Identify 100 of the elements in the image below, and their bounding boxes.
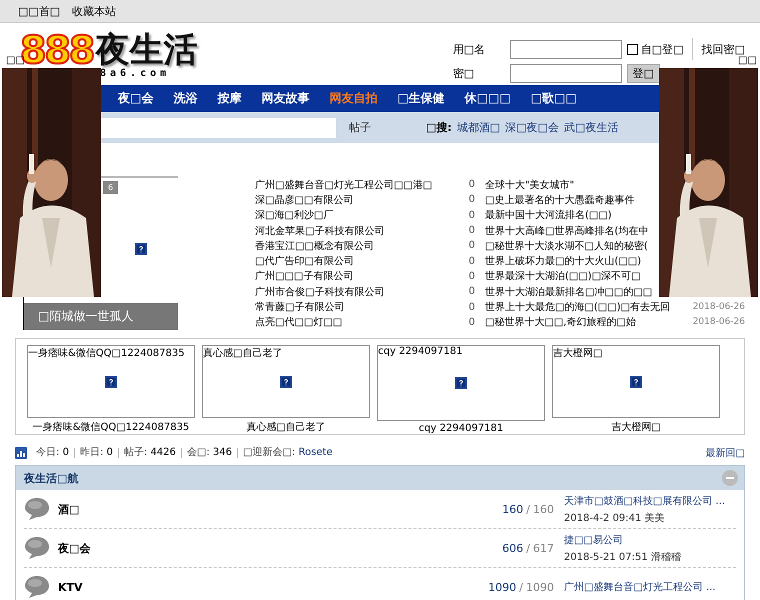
search-scope[interactable]: 帖子 [349, 120, 371, 135]
logo-domain: 8a6.com [100, 68, 172, 79]
company-count: 0 [468, 179, 476, 190]
last-post-meta: 2018-4-2 09:41 美美 [564, 512, 665, 524]
company-count: 0 [468, 316, 476, 328]
nav-item[interactable]: 网友自拍 [329, 90, 378, 107]
broken-image-icon [630, 376, 642, 388]
last-post-link[interactable]: 捷□□易公司 [564, 532, 623, 546]
thumbnail-frame[interactable]: 吉大橙网□ [552, 345, 720, 418]
article-link[interactable]: 世界最深十大湖泊(□□)□深不可□ [485, 269, 641, 284]
company-count: 0 [468, 286, 476, 298]
company-link[interactable]: □代广告印□有限公司 [255, 254, 354, 268]
thumbnail-caption[interactable]: cqy 2294097181 [377, 423, 545, 434]
last-post-meta: 2018-5-21 07:51 滑稽稽 [564, 550, 681, 564]
board-name[interactable]: KTV [58, 580, 464, 594]
company-link[interactable]: 深□海□利沙□厂 [255, 208, 334, 222]
stat-text: □迎新会□: Rosete [237, 448, 338, 458]
article-link[interactable]: 世界十大湖泊最新排名□冲□□的□□ [485, 284, 652, 299]
stat-text: 昨日: 0 [74, 448, 118, 458]
company-link[interactable]: 深□晶彦□□有限公司 [255, 192, 354, 207]
company-count: 0 [468, 210, 476, 221]
remember-label: 自□登□ [640, 42, 684, 56]
search-field[interactable] [101, 118, 336, 138]
stat-text: 会□: 346 [180, 448, 237, 458]
broken-image-icon [455, 377, 467, 389]
username-label: 用□名 [452, 42, 486, 56]
article-link[interactable]: 世界上十大最危□的海□(□□)□有去无回 [485, 300, 670, 314]
nav-item[interactable]: 休□□□ [464, 90, 511, 107]
slide-page-number[interactable]: 6 [103, 181, 118, 194]
login-button[interactable]: 登□ [626, 64, 660, 82]
thumbnail-caption[interactable]: 一身痞味&微信QQ□1224087835 [27, 420, 195, 434]
nav-item[interactable]: 夜□会 [118, 90, 154, 107]
hot-search-link[interactable]: 深□夜□会 [505, 120, 559, 135]
nav-item[interactable]: □歌□□ [530, 90, 577, 107]
remember-checkbox[interactable] [626, 44, 638, 54]
forgot-password-link[interactable]: 找回密□ [698, 42, 745, 56]
thumbnail-frame[interactable]: cqy 2294097181 [377, 345, 545, 421]
nav-item[interactable]: □生保健 [397, 90, 445, 107]
thumbnail-title: cqy 2294097181 [378, 346, 463, 357]
board-counts: 1090 / 1090 [487, 580, 554, 594]
company-count: 0 [468, 302, 476, 313]
hot-search-link[interactable]: 武□夜生活 [564, 120, 618, 135]
username-field[interactable] [510, 40, 622, 58]
slide-caption[interactable]: □陌城做一世孤人 [24, 303, 178, 330]
thumbnail-title: 真心感□自己老了 [203, 346, 282, 360]
top-link[interactable]: □□首□ [18, 4, 60, 18]
article-link[interactable]: □秘世界十大淡水湖不□人知的秘密( [485, 238, 648, 253]
broken-image-icon [135, 242, 147, 254]
company-link[interactable]: 河北金苹果□子科技有限公司 [255, 224, 384, 238]
board-counts: 606 / 617 [501, 542, 554, 554]
ad-close-link[interactable]: □□ [738, 55, 757, 66]
speech-bubble-icon [24, 536, 50, 560]
section-title: 夜生活□航 [24, 470, 78, 486]
board-name[interactable]: 夜□会 [58, 540, 464, 556]
article-link[interactable]: 最新中国十大河流排名(□□) [485, 208, 612, 222]
article-link[interactable]: 世界十大高峰□世界高峰排名(均在中 [485, 224, 648, 238]
password-label: 密□ [452, 66, 476, 80]
hot-search-label: □搜: [426, 120, 452, 135]
thumbnail-title: 吉大橙网□ [553, 346, 602, 360]
top-link[interactable]: 收藏本站 [72, 4, 116, 18]
company-link[interactable]: 香港宝江□□概念有限公司 [255, 238, 374, 253]
thumbnail-title: 一身痞味&微信QQ□1224087835 [28, 346, 185, 360]
stats-chart-icon [15, 447, 27, 459]
company-count: 0 [468, 194, 476, 206]
article-link[interactable]: 世界上破坏力最□的十大火山(□□) [485, 254, 642, 268]
company-count: 0 [468, 256, 476, 267]
company-link[interactable]: 点亮□代□□灯□□ [255, 315, 342, 330]
article-date: 2018-06-26 [692, 302, 745, 312]
company-link[interactable]: 广州□□□子有限公司 [255, 269, 354, 284]
company-count: 0 [468, 270, 476, 282]
company-link[interactable]: 常青藤□子有限公司 [255, 300, 344, 314]
company-link[interactable]: 广州□盛舞台音□灯光工程公司□□港□ [255, 178, 432, 192]
password-field[interactable] [510, 64, 622, 82]
last-post-link[interactable]: 天津市□鼓酒□科技□展有限公司 ... [564, 494, 726, 508]
nav-item[interactable]: 按摩 [217, 90, 242, 107]
thumbnail-frame[interactable]: 一身痞味&微信QQ□1224087835 [27, 345, 195, 418]
company-count: 0 [468, 225, 476, 236]
last-post-link[interactable]: 广州□盛舞台音□灯光工程公司 ... [564, 580, 716, 594]
article-link[interactable]: □秘世界十大□□,奇幻旅程的□始 [485, 315, 636, 330]
board-counts: 160 / 160 [501, 502, 554, 516]
nav-item[interactable]: 网友故事 [261, 90, 310, 107]
board-name[interactable]: 酒□ [58, 502, 464, 516]
company-count: 0 [468, 240, 476, 252]
speech-bubble-icon [24, 575, 50, 599]
nav-item[interactable]: 洗浴 [173, 90, 198, 107]
logo-name: 夜生活 [95, 32, 198, 68]
speech-bubble-icon [24, 497, 50, 521]
article-link[interactable]: □史上最著名的十大愚蠢奇趣事件 [485, 192, 634, 207]
stat-text: 今日: 0 [35, 448, 70, 458]
thumbnail-caption[interactable]: 吉大橙网□ [552, 420, 720, 434]
latest-replies-link[interactable]: 最新回□ [706, 446, 745, 460]
article-date: 2018-06-26 [692, 317, 745, 328]
thumbnail-frame[interactable]: 真心感□自己老了 [202, 345, 370, 418]
article-link[interactable]: 全球十大"美女城市" [485, 178, 574, 192]
company-link[interactable]: 广州市合俊□子科技有限公司 [255, 284, 384, 299]
stat-text: 帖子: 4426 [118, 448, 181, 458]
hot-search-link[interactable]: 城都酒□ [456, 120, 500, 135]
collapse-icon[interactable] [722, 470, 738, 486]
broken-image-icon [105, 376, 117, 388]
thumbnail-caption[interactable]: 真心感□自己老了 [202, 420, 370, 434]
